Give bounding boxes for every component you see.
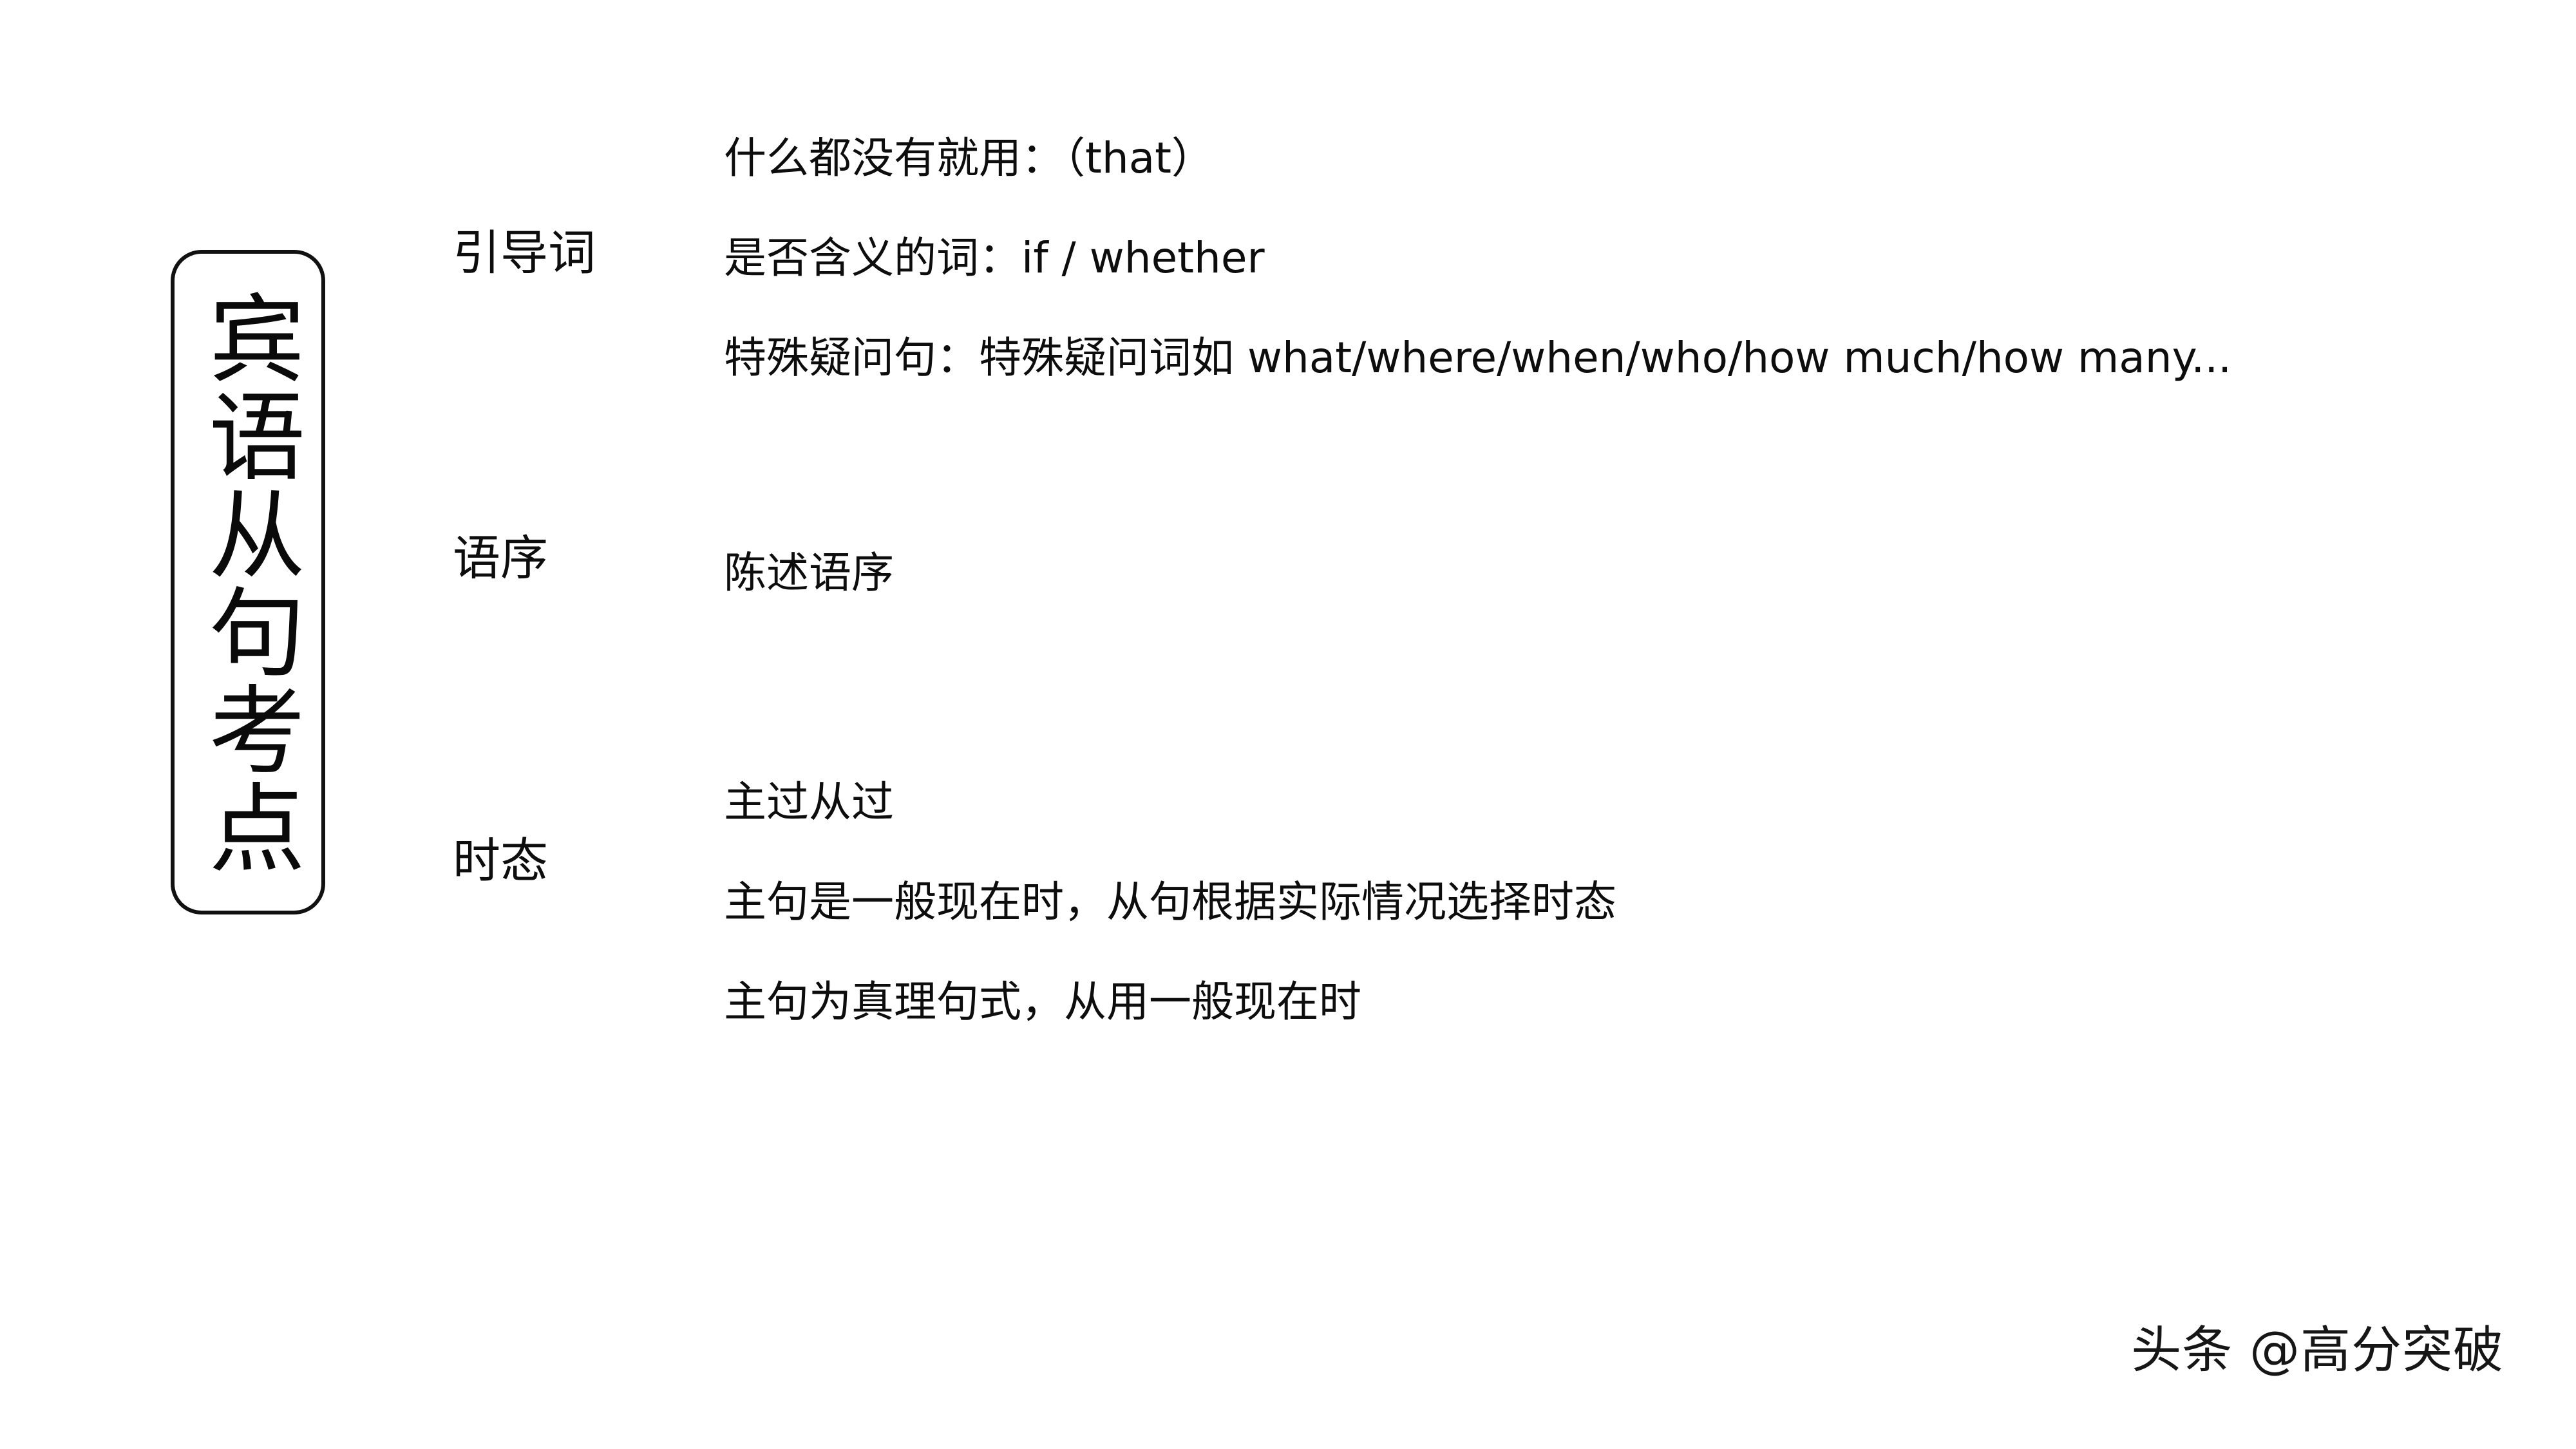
section-content-tense: 主过从过 主句是一般现在时，从句根据实际情况选择时态 主句为真理句式，从用一般现…	[724, 752, 1616, 1052]
content-rows: 引导词 什么都没有就用：（that） 是否含义的词：if / whether 特…	[0, 0, 2576, 1449]
content-line: 陈述语序	[724, 548, 894, 598]
watermark: 头条 @高分突破	[2131, 1321, 2504, 1379]
section-content-guide-word: 什么都没有就用：（that） 是否含义的词：if / whether 特殊疑问句…	[724, 108, 2231, 408]
content-line: 特殊疑问句：特殊疑问词如 what/where/when/who/how muc…	[724, 333, 2232, 383]
content-line: 主句是一般现在时，从句根据实际情况选择时态	[724, 877, 1616, 927]
content-line: 是否含义的词：if / whether	[724, 233, 1265, 283]
content-line: 主过从过	[724, 777, 894, 827]
section-label-guide-word: 引导词	[453, 225, 596, 281]
section-content-word-order: 陈述语序	[724, 523, 894, 623]
content-line: 什么都没有就用：（that）	[724, 133, 1215, 183]
content-line: 主句为真理句式，从用一般现在时	[724, 977, 1361, 1027]
slide-canvas: 宾语从句考点 引导词 什么都没有就用：（that） 是否含义的词：if / wh…	[0, 0, 2576, 1449]
section-label-tense: 时态	[453, 833, 548, 889]
section-label-word-order: 语序	[453, 531, 548, 586]
